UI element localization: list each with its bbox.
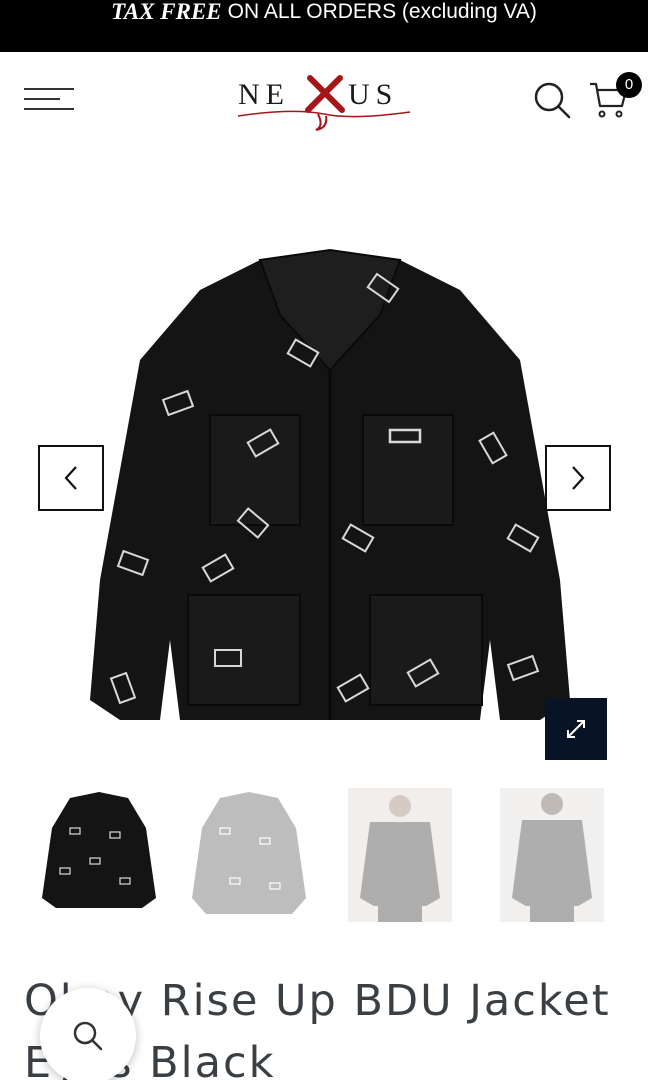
svg-text:NE: NE: [238, 78, 290, 111]
product-gallery: [0, 170, 648, 770]
site-header: NE US 0: [0, 52, 648, 152]
chevron-left-icon: [64, 466, 77, 490]
svg-text:US: US: [348, 78, 398, 111]
announcement-text: ON ALL ORDERS (excluding VA): [227, 0, 537, 23]
thumbnail-1[interactable]: [40, 788, 158, 922]
floating-search-button[interactable]: [40, 988, 136, 1080]
zoom-button[interactable]: [545, 698, 607, 760]
product-image: [80, 220, 580, 740]
menu-button[interactable]: [24, 88, 76, 118]
search-icon: [534, 82, 571, 119]
next-image-button[interactable]: [545, 445, 611, 511]
thumbnail-2[interactable]: [190, 788, 308, 922]
thumbnail-4[interactable]: [500, 788, 604, 922]
jacket-back-thumbnail-icon: [192, 792, 306, 914]
search-button[interactable]: [530, 78, 574, 122]
search-icon: [73, 1021, 103, 1051]
thumbnail-strip: [0, 788, 648, 924]
nexus-logo-icon: NE US: [237, 75, 411, 131]
model-back-thumbnail-icon: [500, 788, 604, 922]
cart-count-badge: 0: [616, 72, 642, 98]
announcement-highlight: TAX FREE: [111, 0, 222, 24]
expand-icon: [567, 720, 585, 738]
previous-image-button[interactable]: [38, 445, 104, 511]
announcement-bar: TAX FREE ON ALL ORDERS (excluding VA): [0, 0, 648, 52]
model-front-thumbnail-icon: [348, 788, 452, 922]
site-logo[interactable]: NE US: [232, 70, 416, 134]
hamburger-icon: [24, 88, 74, 90]
jacket-image-icon: [90, 248, 570, 720]
chevron-right-icon: [572, 466, 585, 490]
jacket-front-thumbnail-icon: [42, 792, 156, 908]
thumbnail-3[interactable]: [348, 788, 452, 922]
